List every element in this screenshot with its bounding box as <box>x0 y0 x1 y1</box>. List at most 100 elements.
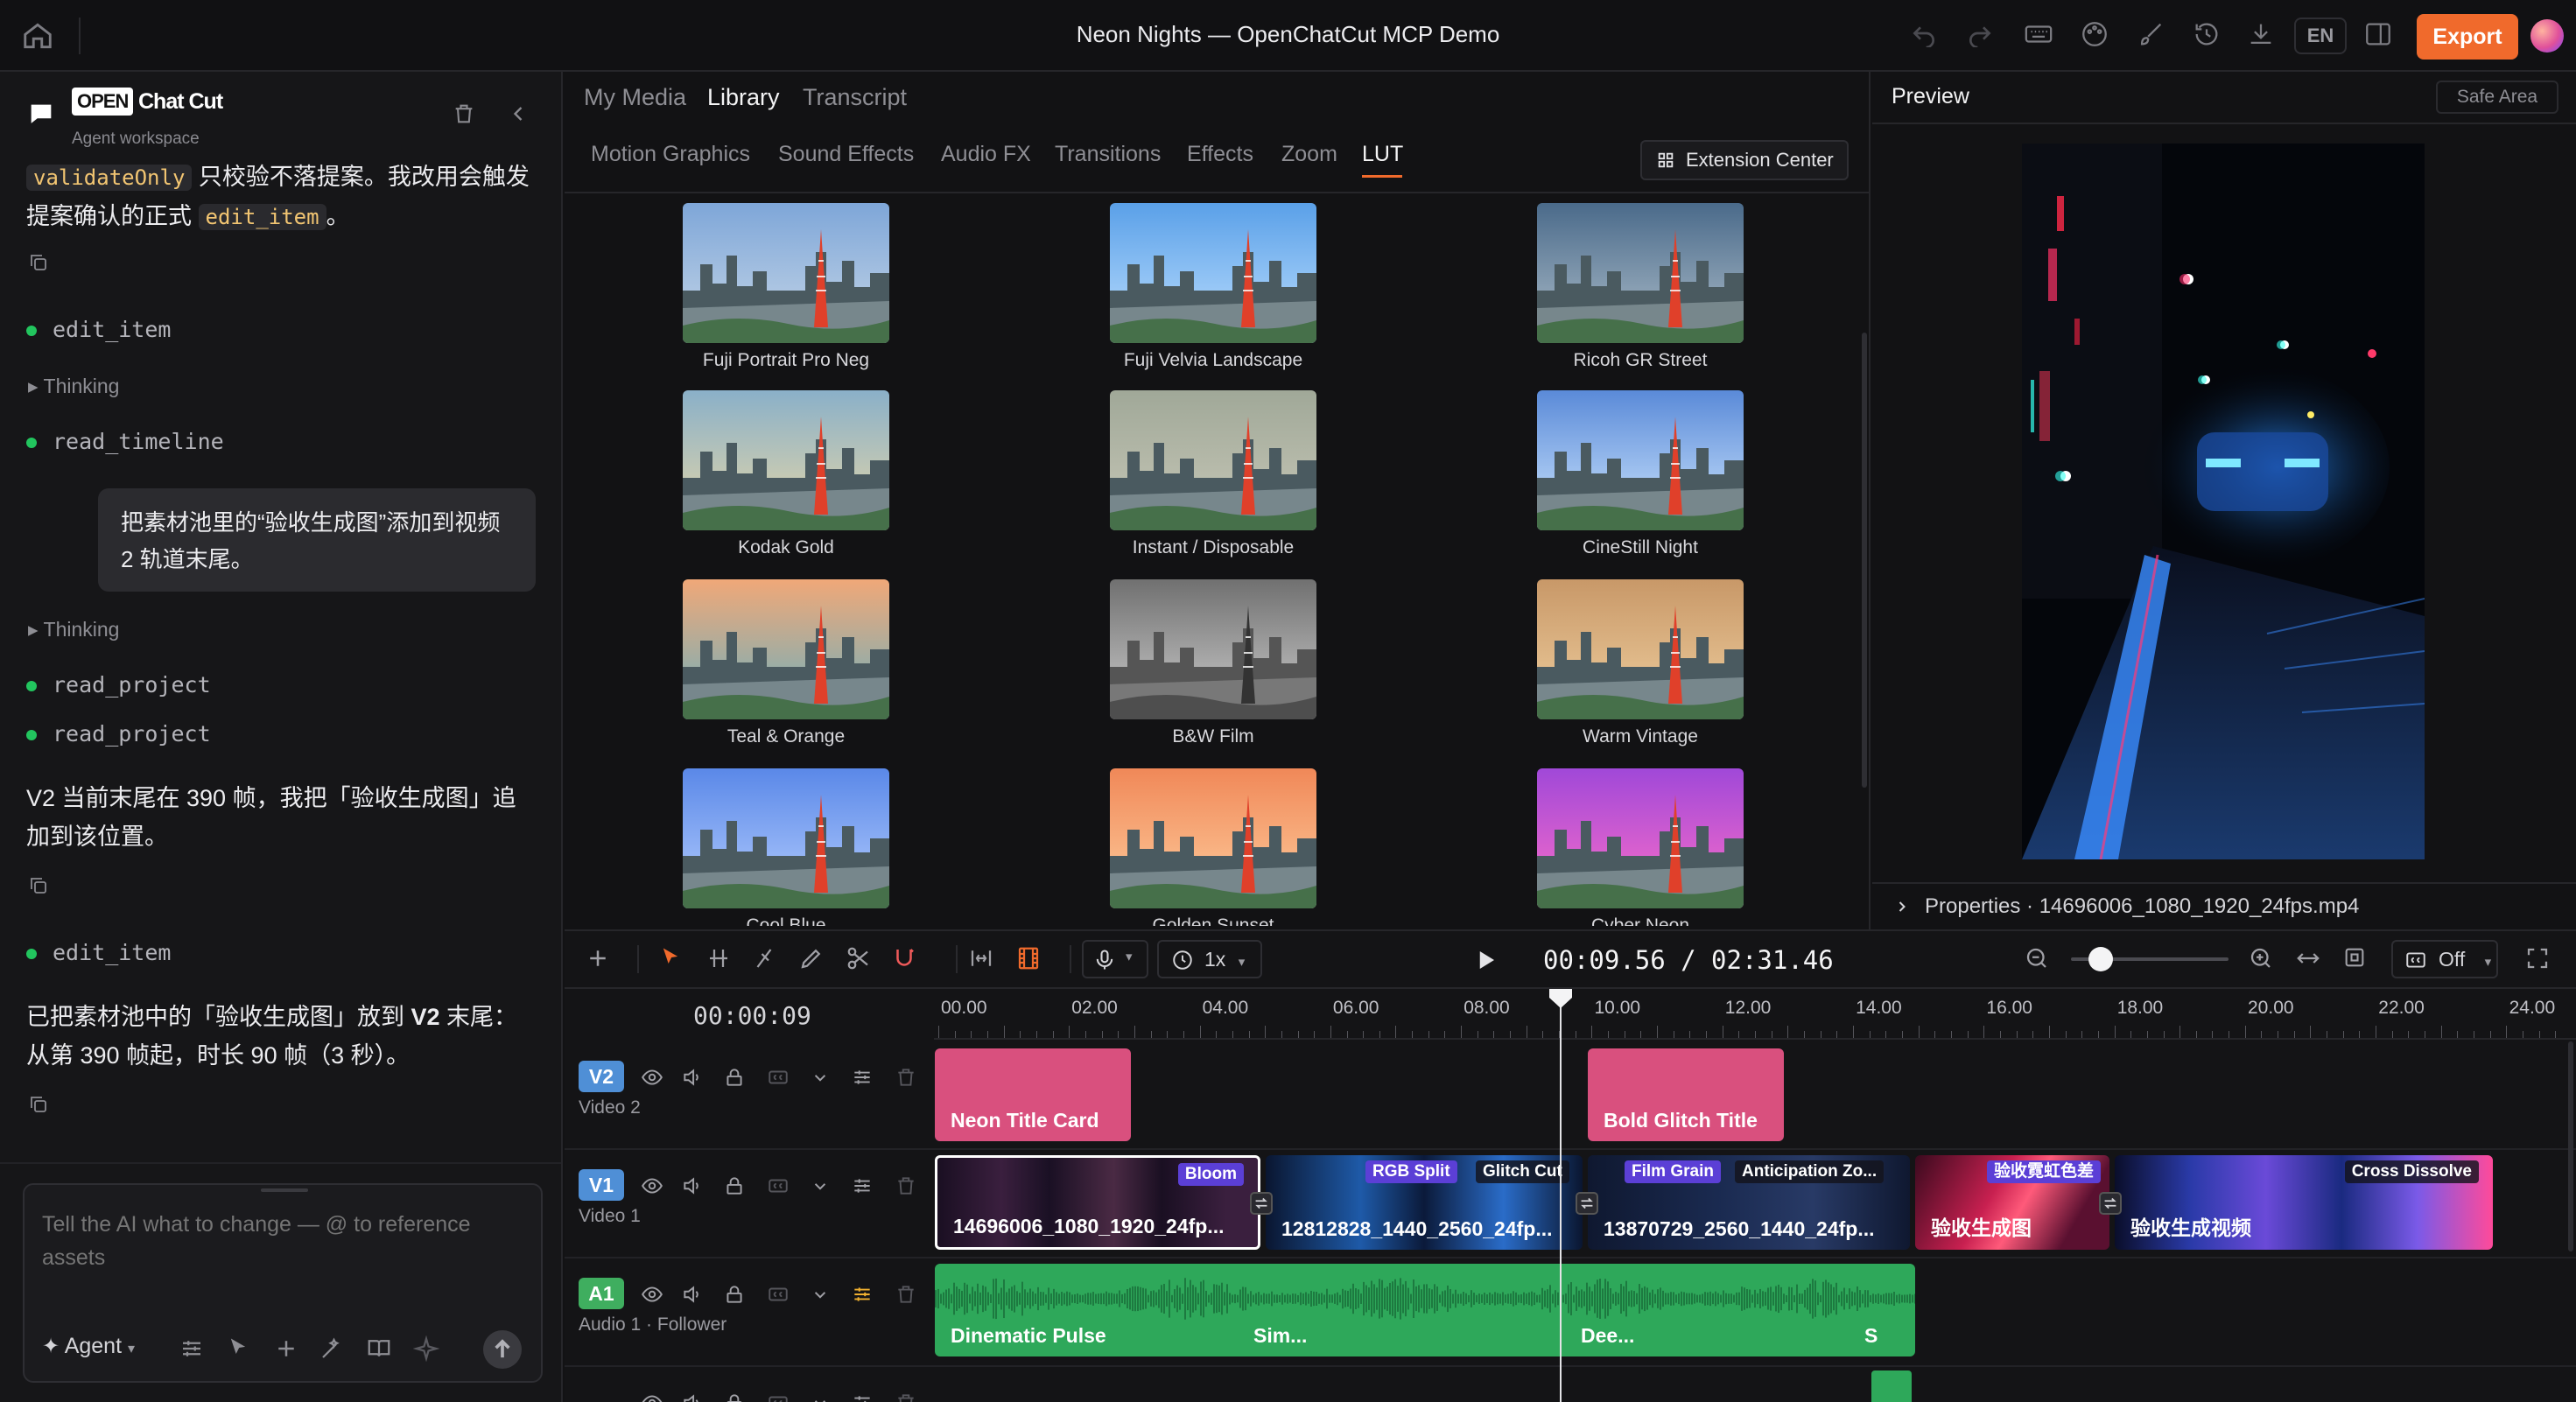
select-tool-icon[interactable] <box>658 945 686 973</box>
lut-thumbnail[interactable] <box>1537 390 1744 530</box>
lut-thumbnail[interactable] <box>1537 203 1744 343</box>
effect-badge[interactable]: Glitch Cut <box>1476 1160 1569 1183</box>
download-icon[interactable] <box>2246 19 2279 53</box>
subtab-motion-graphics[interactable]: Motion Graphics <box>591 142 750 167</box>
fit-width-icon[interactable] <box>2295 945 2323 973</box>
tool-call-read-timeline[interactable]: read_timeline <box>26 429 224 454</box>
filmstrip-icon[interactable] <box>1015 945 1043 973</box>
fit-icon[interactable] <box>968 945 996 973</box>
thinking-toggle[interactable]: ▸ Thinking <box>28 618 119 641</box>
subtab-zoom[interactable]: Zoom <box>1281 142 1337 167</box>
captions-select[interactable]: Off ▾ <box>2391 940 2498 978</box>
tool-call-edit-item[interactable]: edit_item <box>26 940 171 965</box>
palette-icon[interactable] <box>2080 19 2113 53</box>
tool-call-read-project[interactable]: read_project <box>26 672 211 697</box>
add-track-icon[interactable] <box>585 945 613 973</box>
trash-icon[interactable] <box>895 1283 917 1306</box>
transition-icon[interactable] <box>1576 1192 1598 1215</box>
text-clip[interactable]: Neon Title Card <box>935 1048 1131 1141</box>
zoom-in-icon[interactable] <box>2248 945 2276 973</box>
transition-icon[interactable] <box>2099 1192 2122 1215</box>
trash-icon[interactable] <box>895 1066 917 1089</box>
scissors-icon[interactable] <box>846 945 874 973</box>
sliders-icon[interactable] <box>179 1335 207 1363</box>
preview-video-frame[interactable] <box>2022 144 2425 859</box>
text-clip[interactable]: Bold Glitch Title <box>1588 1048 1784 1141</box>
undo-icon[interactable] <box>1910 19 1943 53</box>
pointer-icon[interactable] <box>226 1335 254 1363</box>
copy-icon[interactable] <box>28 1094 49 1115</box>
effect-badge[interactable]: RGB Split <box>1365 1160 1457 1183</box>
sliders-icon[interactable] <box>851 1391 874 1402</box>
chevron-down-icon[interactable] <box>809 1174 832 1197</box>
lut-thumbnail[interactable] <box>683 390 889 530</box>
tool-call-read-project[interactable]: read_project <box>26 721 211 747</box>
video-clip[interactable]: 验收霓虹色差 验收生成图 <box>1915 1155 2109 1250</box>
trash-icon[interactable] <box>452 102 478 128</box>
volume-icon[interactable] <box>681 1066 704 1089</box>
zoom-slider-handle[interactable] <box>2088 947 2113 971</box>
redo-icon[interactable] <box>1966 19 1999 53</box>
pen-tool-icon[interactable] <box>798 945 826 973</box>
chevron-down-icon[interactable] <box>809 1391 832 1402</box>
magnet-icon[interactable] <box>891 945 919 973</box>
audio-clip[interactable]: Dinematic Pulse Sim... Dee... S <box>935 1264 1915 1356</box>
tab-transcript[interactable]: Transcript <box>803 84 907 111</box>
lock-icon[interactable] <box>723 1391 746 1402</box>
fullscreen-icon[interactable] <box>2524 945 2552 973</box>
chevron-down-icon[interactable] <box>809 1066 832 1089</box>
magic-wand-icon[interactable] <box>319 1335 347 1363</box>
book-icon[interactable] <box>366 1335 394 1363</box>
properties-bar[interactable]: Properties · 14696006_1080_1920_24fps.mp… <box>1872 882 2576 929</box>
lut-thumbnail[interactable] <box>1110 203 1316 343</box>
video-clip[interactable]: Bloom 14696006_1080_1920_24fp... <box>935 1155 1260 1250</box>
lut-thumbnail[interactable] <box>1110 579 1316 719</box>
send-button[interactable] <box>483 1330 522 1369</box>
tab-library[interactable]: Library <box>707 84 780 111</box>
effect-badge[interactable]: Anticipation Zo... <box>1735 1160 1885 1183</box>
collapse-icon[interactable] <box>506 102 532 128</box>
chevron-down-icon[interactable] <box>809 1283 832 1306</box>
effect-badge[interactable]: Film Grain <box>1625 1160 1721 1183</box>
eye-icon[interactable] <box>641 1283 663 1306</box>
effect-badge[interactable]: 验收霓虹色差 <box>1987 1160 2102 1183</box>
tool-call-edit-item[interactable]: edit_item <box>26 317 171 342</box>
extension-center-button[interactable]: Extension Center <box>1640 140 1849 180</box>
language-button[interactable]: EN <box>2294 18 2347 54</box>
lut-thumbnail[interactable] <box>683 579 889 719</box>
lut-thumbnail[interactable] <box>683 203 889 343</box>
brush-icon[interactable] <box>2136 19 2169 53</box>
resize-handle[interactable] <box>261 1188 308 1192</box>
subtab-audio-fx[interactable]: Audio FX <box>941 142 1031 167</box>
lock-icon[interactable] <box>723 1066 746 1089</box>
subtab-lut[interactable]: LUT <box>1362 142 1403 167</box>
eye-icon[interactable] <box>641 1174 663 1197</box>
lock-icon[interactable] <box>723 1174 746 1197</box>
video-clip[interactable]: Film Grain Anticipation Zo... 13870729_2… <box>1588 1155 1910 1250</box>
subtab-transitions[interactable]: Transitions <box>1055 142 1161 167</box>
captions-icon[interactable] <box>767 1174 790 1197</box>
subtab-effects[interactable]: Effects <box>1187 142 1253 167</box>
zoom-out-icon[interactable] <box>2024 945 2052 973</box>
speed-select[interactable]: 1x ▾ <box>1157 940 1262 978</box>
plus-icon[interactable] <box>273 1335 301 1363</box>
lut-thumbnail[interactable] <box>683 768 889 908</box>
snapshot-icon[interactable] <box>2342 945 2370 973</box>
playhead[interactable] <box>1560 991 1562 1402</box>
volume-icon[interactable] <box>681 1283 704 1306</box>
captions-icon[interactable] <box>767 1391 790 1402</box>
video-clip[interactable]: RGB Split Glitch Cut 12812828_1440_2560_… <box>1266 1155 1583 1250</box>
captions-icon[interactable] <box>767 1066 790 1089</box>
thinking-toggle[interactable]: ▸ Thinking <box>28 375 119 398</box>
copy-icon[interactable] <box>28 875 49 896</box>
chat-input[interactable] <box>42 1208 532 1274</box>
agent-mode-button[interactable]: ✦ Agent ▾ <box>42 1334 135 1359</box>
volume-icon[interactable] <box>681 1174 704 1197</box>
captions-icon[interactable] <box>767 1283 790 1306</box>
avatar[interactable] <box>2530 19 2564 53</box>
effect-badge[interactable]: Cross Dissolve <box>2344 1160 2479 1183</box>
history-icon[interactable] <box>2192 19 2225 53</box>
lock-icon[interactable] <box>723 1283 746 1306</box>
subtab-sound-effects[interactable]: Sound Effects <box>778 142 914 167</box>
play-button[interactable] <box>1472 947 1499 973</box>
